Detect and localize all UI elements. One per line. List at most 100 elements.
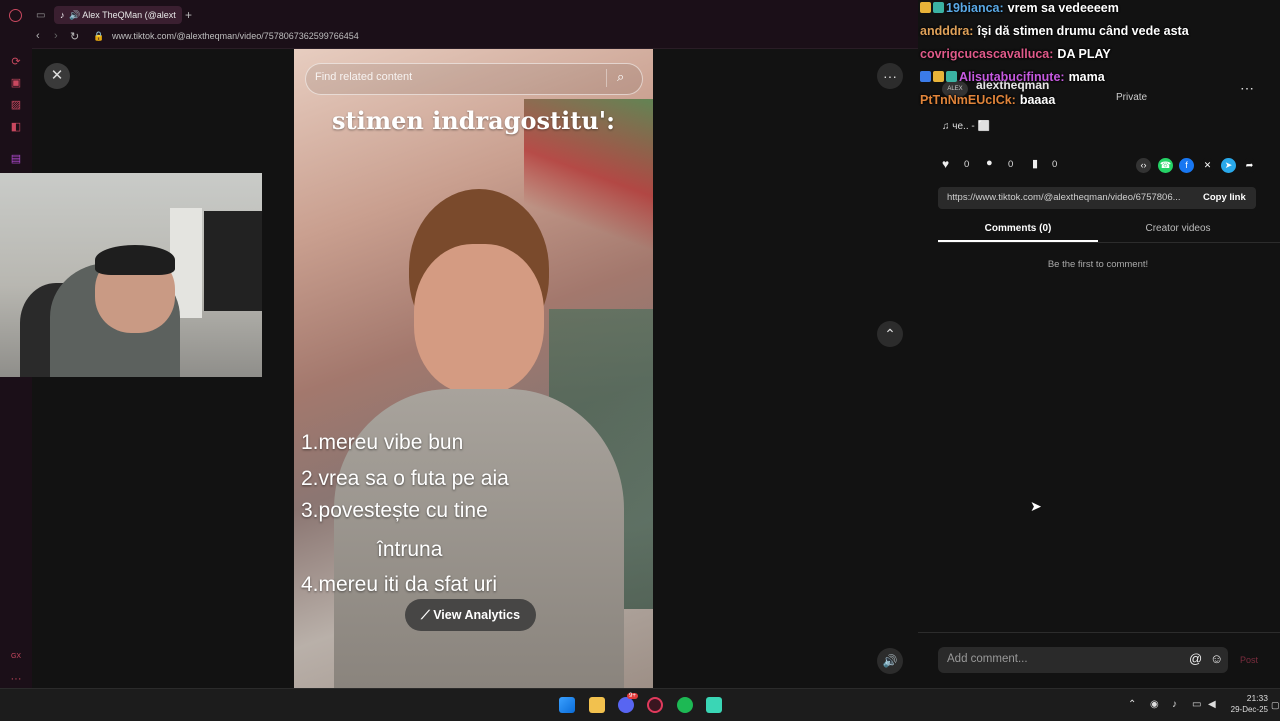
privacy-label: Private (1116, 92, 1148, 103)
taskbar (0, 688, 1280, 721)
tabs-divider (938, 242, 1280, 243)
view-analytics-button[interactable]: ⟋ View Analytics (405, 599, 536, 631)
previous-video-button[interactable]: ⌃ (877, 321, 903, 347)
tab-tiktok[interactable]: ♪ 🔊 Alex TheQMan (@alext (54, 6, 182, 24)
chat-username: Alisutabucifinute: (959, 70, 1065, 84)
analytics-label: View Analytics (433, 608, 521, 622)
tab-title: Alex TheQMan (@alext (82, 10, 176, 20)
search-placeholder: Find related content (315, 71, 413, 83)
bookmark-icon[interactable]: ▮ (1032, 157, 1038, 170)
close-video-button[interactable]: ✕ (44, 63, 70, 89)
crown-badge-icon (933, 71, 944, 82)
comment-count: 0 (1008, 159, 1014, 170)
reload-icon[interactable]: ↻ (70, 30, 79, 43)
discord-tray-icon[interactable]: ◉ (1150, 699, 1159, 710)
tab-creator-videos[interactable]: Creator videos (1098, 223, 1258, 234)
whatsapp-icon[interactable]: ☎ (1158, 158, 1173, 173)
chat-message: covrigcucascavalluca: DA PLAY (920, 47, 1111, 61)
vip-badge-icon (920, 71, 931, 82)
bag-icon[interactable]: ▣ (9, 76, 23, 90)
spotify-icon[interactable] (677, 697, 693, 713)
file-explorer-icon[interactable] (589, 697, 605, 713)
x-icon[interactable]: ✕ (1200, 158, 1215, 173)
empty-comments-message: Be the first to comment! (1047, 259, 1149, 270)
chat-username: andddra: (920, 24, 974, 38)
sidebar-more-icon[interactable]: ··· (9, 672, 23, 686)
chat-message: PtTnNmEUcICk: baaaa (920, 93, 1055, 107)
opera-gx-taskbar-icon[interactable] (647, 697, 663, 713)
back-icon[interactable]: ‹ (36, 30, 40, 42)
list-item: 3.povestește cu tine (301, 499, 488, 522)
audio-icon: 🔊 (69, 10, 81, 20)
share-icon[interactable]: ➦ (1242, 158, 1257, 173)
discord-icon[interactable] (618, 697, 634, 713)
discord-notification-badge: 9+ (627, 693, 638, 699)
tray-overflow-icon[interactable]: ⌃ (1128, 699, 1136, 710)
volume-button[interactable]: 🔊 (877, 648, 903, 674)
crown-badge-icon (920, 2, 931, 13)
notification-icon[interactable]: ▢ (1271, 700, 1280, 711)
volume-tray-icon[interactable]: ◀ (1208, 699, 1216, 710)
comment-placeholder: Add comment... (947, 653, 1028, 665)
subscriber-badge-icon (946, 71, 957, 82)
search-icon[interactable]: ⌕ (617, 69, 624, 85)
like-count: 0 (964, 159, 970, 170)
chat-text: mama (1068, 70, 1105, 84)
heart-icon[interactable]: ♥ (942, 157, 949, 171)
forward-icon[interactable]: › (54, 30, 58, 42)
copy-link-button[interactable]: Copy link (1203, 192, 1246, 203)
clock-date[interactable]: 29-Dec-25 (1228, 705, 1268, 714)
save-count: 0 (1052, 159, 1058, 170)
chat-text: DA PLAY (1057, 47, 1111, 61)
search-divider (606, 69, 607, 87)
chat-text: își dă stimen drumu când vede asta (977, 24, 1189, 38)
chat-username: 19bianca: (946, 1, 1004, 15)
clock-time[interactable]: 21:33 (1240, 693, 1268, 703)
person-face (414, 244, 544, 394)
mention-icon[interactable]: @ (1189, 651, 1202, 666)
comment-icon[interactable]: ● (986, 157, 993, 169)
monitor-shape (204, 211, 262, 311)
messenger-icon[interactable]: ◧ (9, 120, 23, 134)
twitch-icon[interactable]: ▤ (9, 152, 23, 166)
list-item: întruna (377, 538, 443, 561)
embed-icon[interactable]: ‹› (1136, 158, 1151, 173)
network-icon[interactable]: ▭ (1192, 699, 1201, 710)
chat-message: 19bianca: vrem sa vedeeeem (920, 1, 1119, 15)
speed-dial-icon[interactable]: ⟳ (9, 55, 23, 69)
video-caption-title: stimen indragostitu': (332, 106, 615, 135)
tab-overview-icon[interactable]: ▭ (36, 10, 45, 21)
gx-corner-icon[interactable]: ▨ (9, 98, 23, 112)
post-more-icon[interactable]: ⋯ (1240, 80, 1254, 97)
lock-icon: 🔒 (93, 31, 105, 41)
chat-message: andddra: își dă stimen drumu când vede as… (920, 24, 1189, 38)
post-comment-button[interactable]: Post (1240, 655, 1258, 665)
telegram-icon[interactable]: ➤ (1221, 158, 1236, 173)
facebook-icon[interactable]: f (1179, 158, 1194, 173)
list-item: 4.mereu iti da sfat uri (301, 573, 498, 596)
list-item: 1.mereu vibe bun (301, 431, 464, 454)
music-label[interactable]: ♫ че.. - ⬜ (942, 121, 990, 132)
app-icon[interactable] (706, 697, 722, 713)
subscriber-badge-icon (933, 2, 944, 13)
new-tab-button[interactable]: + (185, 8, 192, 22)
post-link[interactable]: https://www.tiktok.com/@alextheqman/vide… (947, 192, 1181, 203)
url-field[interactable]: www.tiktok.com/@alextheqman/video/757806… (112, 31, 359, 41)
opera-logo-icon[interactable] (9, 9, 22, 22)
tiktok-favicon-icon: ♪ (60, 10, 65, 20)
list-item: 2.vrea sa o futa pe aia (301, 467, 509, 490)
chat-username: covrigcucascavalluca: (920, 47, 1054, 61)
comment-divider (918, 632, 1280, 633)
tab-comments[interactable]: Comments (0) (938, 223, 1098, 234)
chat-text: vrem sa vedeeeem (1007, 1, 1119, 15)
gx-control-label[interactable]: GX (9, 650, 23, 664)
more-options-button[interactable]: ··· (877, 63, 903, 89)
speaker-icon: 🔊 (882, 654, 898, 668)
chevron-up-icon: ⌃ (884, 326, 896, 342)
mouse-cursor-icon: ➤ (1030, 498, 1042, 514)
analytics-chart-icon: ⟋ (420, 608, 434, 622)
chat-username: PtTnNmEUcICk: (920, 93, 1016, 107)
microphone-icon[interactable]: ♪ (1172, 699, 1177, 710)
emoji-icon[interactable]: ☺ (1210, 651, 1223, 666)
windows-start-icon[interactable] (559, 697, 575, 713)
